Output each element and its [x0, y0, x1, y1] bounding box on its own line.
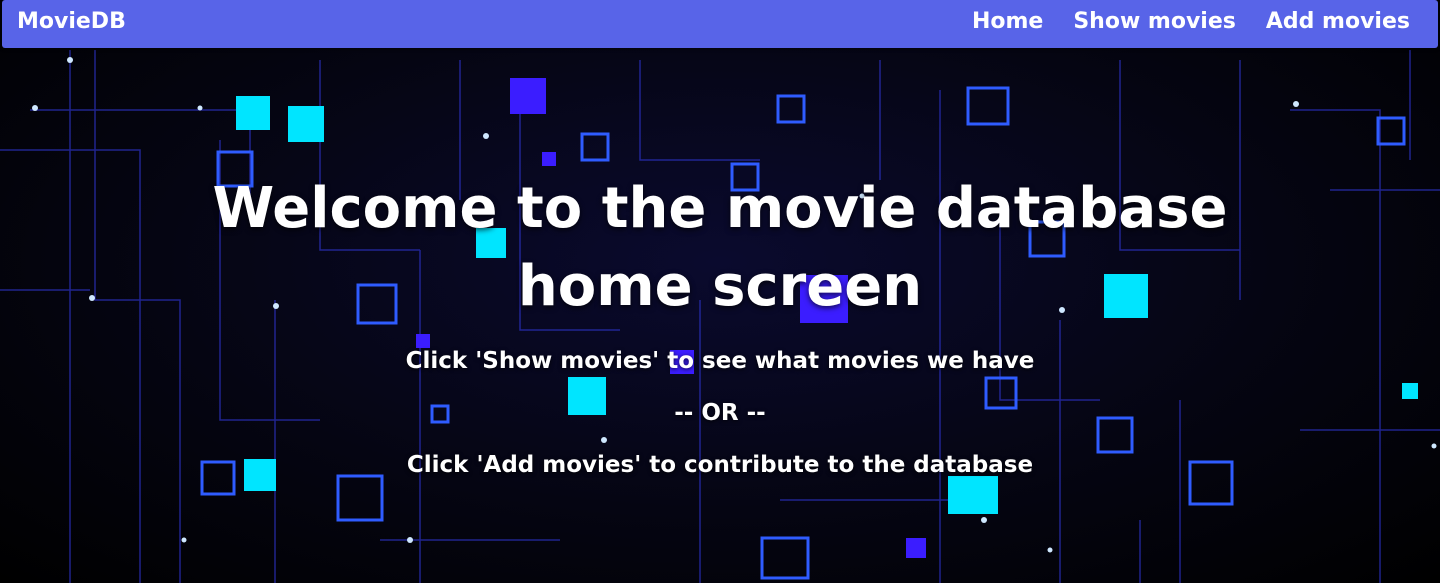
nav-link-show-movies[interactable]: Show movies [1073, 9, 1236, 34]
brand-link[interactable]: MovieDB [17, 9, 126, 34]
hero-section: Welcome to the movie database home scree… [0, 170, 1440, 478]
add-movies-instruction: Click 'Add movies' to contribute to the … [406, 452, 1034, 478]
top-navbar: MovieDB Home Show movies Add movies [2, 0, 1438, 48]
nav-links: Home Show movies Add movies [972, 9, 1410, 34]
page-title: Welcome to the movie database home scree… [212, 176, 1228, 319]
or-separator: -- OR -- [674, 400, 766, 426]
nav-link-add-movies[interactable]: Add movies [1266, 9, 1410, 34]
show-movies-instruction: Click 'Show movies' to see what movies w… [405, 348, 1035, 374]
nav-link-home[interactable]: Home [972, 9, 1043, 34]
